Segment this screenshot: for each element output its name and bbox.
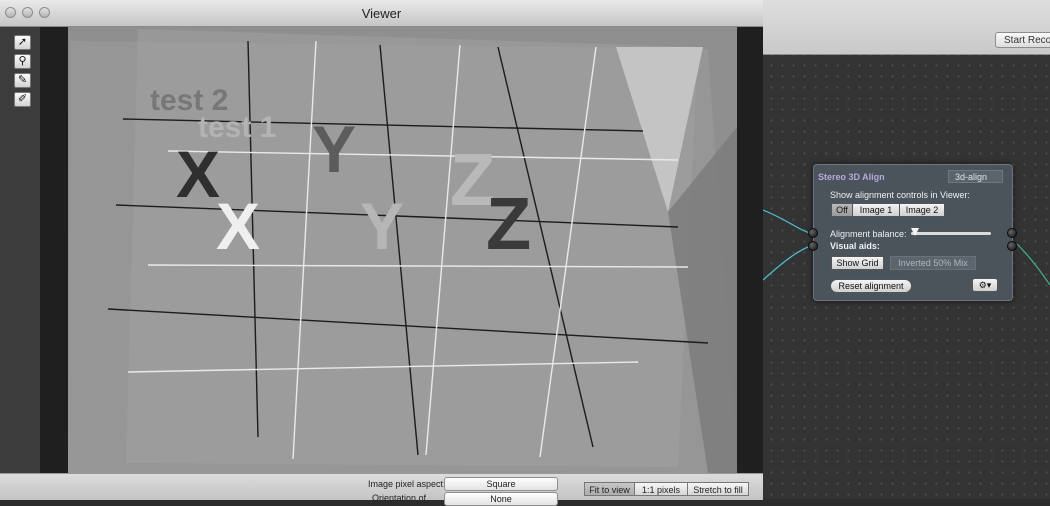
view-off-button[interactable]: Off [831, 203, 853, 217]
image-pixel-aspect-label: Image pixel aspect: [368, 479, 446, 489]
eyedropper-plus-tool-icon[interactable]: ✐ [14, 92, 31, 107]
output-port-2[interactable] [1007, 241, 1017, 251]
letter-x-light: X [216, 189, 260, 263]
letter-x-dark: X [176, 137, 220, 211]
view-image-1-button[interactable]: Image 1 [852, 203, 900, 217]
orientation-label: Orientation of [372, 493, 427, 503]
stereo-overlay-image: test 2 test 1 X X Y Y Z Z [68, 29, 737, 473]
reset-alignment-button[interactable]: Reset alignment [830, 279, 912, 293]
rendered-image[interactable]: test 2 test 1 X X Y Y Z Z [68, 27, 737, 473]
view-image-2-button[interactable]: Image 2 [899, 203, 945, 217]
stretch-to-fill-button[interactable]: Stretch to fill [687, 482, 749, 496]
visual-aids-label: Visual aids: [830, 241, 880, 251]
show-grid-button[interactable]: Show Grid [831, 256, 884, 270]
output-port-1[interactable] [1007, 228, 1017, 238]
viewer-canvas[interactable]: test 2 test 1 X X Y Y Z Z [40, 27, 763, 473]
viewer-bottom-bar: Image pixel aspect: Square Orientation o… [0, 473, 763, 506]
gear-menu-icon[interactable]: ⚙▾ [972, 278, 998, 292]
pointer-tool-icon[interactable]: ➚ [14, 35, 31, 50]
alignment-balance-slider[interactable] [911, 232, 991, 235]
eyedropper-tool-icon[interactable]: ✎ [14, 73, 31, 88]
viewer-titlebar[interactable]: Viewer [0, 0, 763, 27]
letter-y-dark: Y [312, 112, 356, 186]
stereo-3d-align-node[interactable]: Stereo 3D Align 3d-align Show alignment … [808, 164, 1017, 301]
node-name-field[interactable]: 3d-align [948, 170, 1003, 183]
image-pixel-aspect-popup[interactable]: Square [444, 477, 558, 491]
one-to-one-pixels-button[interactable]: 1:1 pixels [634, 482, 688, 496]
alignment-balance-slider-knob[interactable] [911, 228, 919, 236]
viewer-window: Viewer ➚ ⚲ ✎ ✐ test 2 test 1 X X Y Y Z Z… [0, 0, 763, 506]
letter-z-dark: Z [486, 182, 531, 265]
output-wire [1016, 243, 1050, 286]
orientation-popup[interactable]: None [444, 492, 558, 506]
inverted-mix-button[interactable]: Inverted 50% Mix [890, 256, 976, 270]
input-port-1[interactable] [808, 228, 818, 238]
alignment-balance-label: Alignment balance: [830, 229, 907, 239]
input-wire-1 [763, 209, 814, 235]
viewer-toolbox: ➚ ⚲ ✎ ✐ [0, 27, 40, 473]
show-controls-label: Show alignment controls in Viewer: [830, 190, 970, 200]
pin-tool-icon[interactable]: ⚲ [14, 54, 31, 69]
letter-y-light: Y [360, 189, 404, 263]
node-title: Stereo 3D Align [818, 172, 885, 182]
window-title: Viewer [361, 6, 402, 21]
fit-to-view-button[interactable]: Fit to view [584, 482, 635, 496]
input-port-2[interactable] [808, 241, 818, 251]
input-wire-2 [763, 244, 814, 281]
